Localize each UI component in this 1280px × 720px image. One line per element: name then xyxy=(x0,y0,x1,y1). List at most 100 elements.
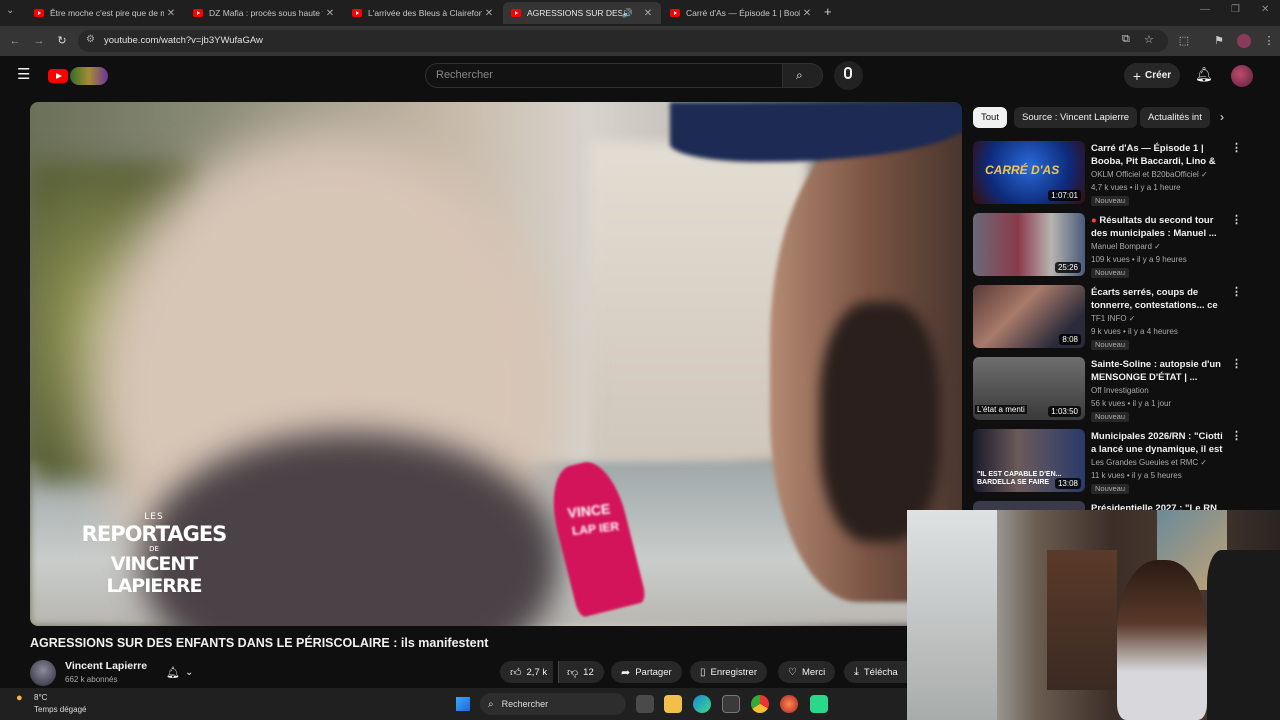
speaker-icon[interactable]: 🔊 xyxy=(622,8,633,19)
video-player[interactable]: VINCE LAP IER LES REPORTAGES DE VINCENT … xyxy=(30,102,962,626)
webcam-window xyxy=(907,510,997,720)
profile-icon[interactable]: ⚑ xyxy=(1210,26,1228,56)
bookmark-star-icon[interactable]: ☆ xyxy=(1144,33,1154,46)
close-icon[interactable]: ✕ xyxy=(482,8,496,19)
bookmark-icon: ▯ xyxy=(700,666,706,678)
more-options-icon[interactable]: ⋮ xyxy=(1231,429,1242,442)
video-title[interactable]: Présidentielle 2027 : "Le RN ne xyxy=(1091,502,1226,510)
search-icon: ⌕ xyxy=(796,68,803,82)
browser-toolbar: ← → ↻ ⚙ youtube.com/watch?v=jb3YWufaGAw … xyxy=(0,26,1280,56)
video-thumbnail[interactable] xyxy=(973,501,1085,510)
tab-search-chevron-icon[interactable]: ⌄ xyxy=(6,5,14,16)
more-options-icon[interactable]: ⋮ xyxy=(1231,213,1242,226)
edge-icon[interactable] xyxy=(693,695,711,713)
recommendation-item[interactable]: 8:08 Écarts serrés, coups de tonnerre, c… xyxy=(973,285,1263,350)
store-icon[interactable] xyxy=(722,695,740,713)
reload-icon[interactable]: ↻ xyxy=(53,26,71,56)
thanks-button[interactable]: ♡ Merci xyxy=(778,661,836,683)
video-title[interactable]: Municipales 2026/RN : "Ciotti a lancé un… xyxy=(1091,430,1226,456)
chip-source[interactable]: Source : Vincent Lapierre xyxy=(1014,107,1138,128)
app-icon[interactable] xyxy=(810,695,828,713)
close-icon[interactable]: ✕ xyxy=(641,8,655,19)
channel-name[interactable]: Vincent Lapierre xyxy=(65,660,147,672)
extensions-icon[interactable]: ⬚ xyxy=(1175,26,1193,56)
close-icon[interactable]: ✕ xyxy=(323,8,337,19)
download-button[interactable]: ⤓ Télécha xyxy=(844,661,907,683)
save-button[interactable]: ▯ Enregistrer xyxy=(690,661,767,683)
chevron-right-icon[interactable]: › xyxy=(1220,110,1224,124)
site-info-icon[interactable]: ⚙ xyxy=(86,34,95,45)
minimize-icon[interactable]: — xyxy=(1200,4,1210,15)
video-thumbnail[interactable]: 25:26 xyxy=(973,213,1085,276)
weather-icon[interactable]: ● xyxy=(16,692,23,704)
browser-tab[interactable]: Être moche c'est pire que de m ✕ xyxy=(26,2,184,24)
back-icon[interactable]: ← xyxy=(6,26,24,56)
notifications-bell-icon[interactable]: 🔔︎ xyxy=(1195,66,1213,83)
search-button[interactable]: ⌕ xyxy=(783,63,823,88)
file-explorer-icon[interactable] xyxy=(664,695,682,713)
channel-name[interactable]: OKLM Officiel et B20baOfficiel ✓ xyxy=(1091,170,1208,179)
chrome-icon[interactable] xyxy=(751,695,769,713)
youtube-logo[interactable] xyxy=(48,67,108,85)
create-button[interactable]: + Créer xyxy=(1124,63,1180,88)
firefox-icon[interactable] xyxy=(780,695,798,713)
chip-all[interactable]: Tout xyxy=(973,107,1007,128)
maximize-icon[interactable]: ❐ xyxy=(1231,4,1240,15)
chip-news[interactable]: Actualités int xyxy=(1140,107,1210,128)
channel-avatar[interactable] xyxy=(30,660,56,686)
recommendation-item[interactable]: "IL EST CAPABLE D'EN... BARDELLA SE FAIR… xyxy=(973,429,1263,494)
address-bar[interactable]: ⚙ youtube.com/watch?v=jb3YWufaGAw ⧉ ☆ xyxy=(78,30,1168,52)
new-tab-icon[interactable]: + xyxy=(824,4,832,19)
voice-search-button[interactable] xyxy=(834,61,863,90)
video-title[interactable]: Carré d'As — Épisode 1 | Booba, Pit Bacc… xyxy=(1091,142,1226,168)
browser-tab[interactable]: L'arrivée des Bleus à Clairefont ✕ xyxy=(344,2,502,24)
channel-name[interactable]: Les Grandes Gueules et RMC ✓ xyxy=(1091,458,1207,467)
url-text: youtube.com/watch?v=jb3YWufaGAw xyxy=(104,35,263,46)
subscribe-bell-button[interactable]: 🔔︎ ⌄ xyxy=(158,661,201,683)
browser-tab-active[interactable]: AGRESSIONS SUR DES ENFA 🔊 ✕ xyxy=(503,2,661,24)
more-options-icon[interactable]: ⋮ xyxy=(1231,141,1242,154)
account-avatar[interactable] xyxy=(1231,65,1253,87)
dislike-button[interactable]: 👎︎ 12 xyxy=(558,661,604,683)
share-button[interactable]: ➦ Partager xyxy=(611,661,682,683)
profile-avatar[interactable] xyxy=(1237,34,1251,48)
video-thumbnail[interactable]: "IL EST CAPABLE D'EN... BARDELLA SE FAIR… xyxy=(973,429,1085,492)
video-title[interactable]: ● Résultats du second tour des municipal… xyxy=(1091,214,1226,240)
task-view-icon[interactable] xyxy=(636,695,654,713)
verified-icon: ✓ xyxy=(1154,242,1161,251)
channel-name[interactable]: Off Investigation xyxy=(1091,386,1149,395)
video-meta: 4,7 k vues • il y a 1 heure xyxy=(1091,183,1181,192)
new-badge: Nouveau xyxy=(1091,196,1130,206)
video-meta: 56 k vues • il y a 1 jour xyxy=(1091,399,1172,408)
cast-icon[interactable]: ⧉ xyxy=(1122,33,1130,46)
overlay-de-text: DE xyxy=(149,545,159,553)
channel-name[interactable]: Manuel Bompard ✓ xyxy=(1091,242,1161,251)
close-icon[interactable]: ✕ xyxy=(164,8,178,19)
windows-start-icon[interactable] xyxy=(456,697,470,711)
recommendation-item[interactable]: CARRÉ D'AS 1:07:01 Carré d'As — Épisode … xyxy=(973,141,1263,206)
close-window-icon[interactable]: ✕ xyxy=(1261,4,1269,15)
video-thumbnail[interactable]: L'état a menti 1:03:50 xyxy=(973,357,1085,420)
recommendation-item[interactable]: 25:26 ● Résultats du second tour des mun… xyxy=(973,213,1263,278)
browser-tab[interactable]: DZ Mafia : procès sous haute te ✕ xyxy=(185,2,343,24)
video-title[interactable]: Sainte-Soline : autopsie d'un MENSONGE D… xyxy=(1091,358,1226,384)
recommendation-item[interactable]: Présidentielle 2027 : "Le RN ne xyxy=(973,501,1263,510)
more-options-icon[interactable]: ⋮ xyxy=(1231,285,1242,298)
close-icon[interactable]: ✕ xyxy=(800,8,814,19)
more-options-icon[interactable]: ⋮ xyxy=(1231,357,1242,370)
recommendation-item[interactable]: L'état a menti 1:03:50 Sainte-Soline : a… xyxy=(973,357,1263,422)
weather-desc: Temps dégagé xyxy=(34,705,87,714)
search-input[interactable]: Rechercher xyxy=(425,63,783,88)
video-title: AGRESSIONS SUR DES ENFANTS DANS LE PÉRIS… xyxy=(30,636,489,650)
hamburger-menu-icon[interactable]: ☰ xyxy=(17,65,30,83)
taskbar-search[interactable]: ⌕ Rechercher xyxy=(480,693,626,715)
video-thumbnail[interactable]: CARRÉ D'AS 1:07:01 xyxy=(973,141,1085,204)
like-button[interactable]: 👍︎ 2,7 k xyxy=(500,661,554,683)
video-thumbnail[interactable]: 8:08 xyxy=(973,285,1085,348)
video-title[interactable]: Écarts serrés, coups de tonnerre, contes… xyxy=(1091,286,1226,312)
browser-menu-icon[interactable]: ⋮ xyxy=(1260,26,1278,56)
browser-tab[interactable]: Carré d'As — Épisode 1 | Booba ✕ xyxy=(662,2,820,24)
tab-label: Carré d'As — Épisode 1 | Booba xyxy=(686,8,800,18)
forward-icon[interactable]: → xyxy=(30,26,48,56)
channel-name[interactable]: TF1 INFO ✓ xyxy=(1091,314,1136,323)
